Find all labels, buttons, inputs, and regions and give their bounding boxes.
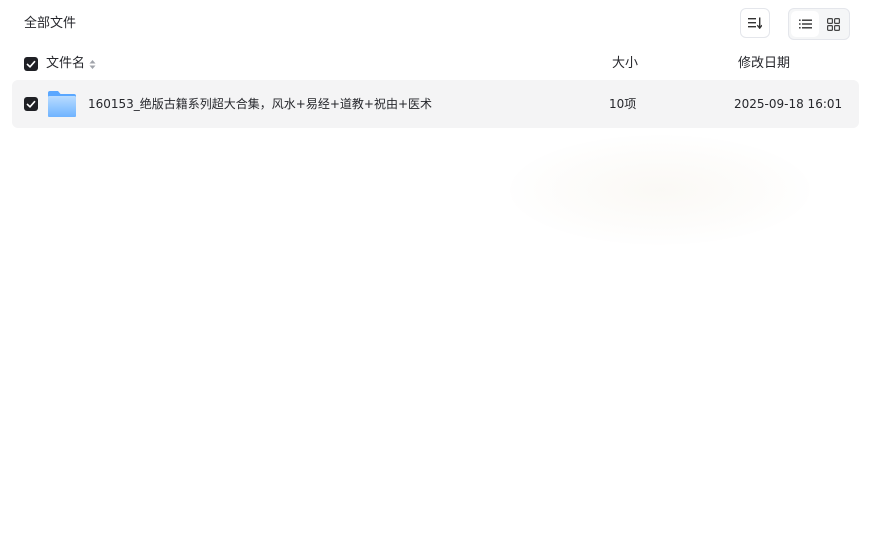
column-header-size[interactable]: 大小 (612, 55, 638, 73)
list-view-button[interactable] (791, 11, 819, 37)
file-manager-page: 全部文件 文件名 大小 修改日期 160153_绝版古籍系列超大合集，风水+易经… (0, 0, 874, 538)
toolbar: 全部文件 (0, 0, 874, 48)
checkmark-icon (26, 100, 36, 108)
row-checkbox[interactable] (24, 97, 38, 111)
sort-button[interactable] (740, 8, 770, 38)
column-header-date[interactable]: 修改日期 (738, 55, 790, 73)
column-header-name[interactable]: 文件名 (46, 55, 96, 73)
column-header-name-label: 文件名 (46, 56, 86, 71)
table-row[interactable]: 160153_绝版古籍系列超大合集，风水+易经+道教+祝由+医术 10项 202… (12, 80, 859, 128)
list-view-icon (798, 19, 812, 29)
row-modified-date: 2025-09-18 16:01 (734, 97, 843, 111)
view-toggle (788, 8, 850, 40)
table-header: 文件名 大小 修改日期 (0, 48, 874, 80)
select-all-checkbox[interactable] (24, 57, 38, 71)
grid-view-icon (826, 17, 840, 31)
background-glow (510, 135, 810, 245)
grid-view-button[interactable] (819, 11, 847, 37)
folder-icon (48, 91, 76, 117)
breadcrumb-all-files[interactable]: 全部文件 (24, 15, 76, 33)
sort-descending-icon (748, 17, 762, 29)
sort-toggle-icon (89, 59, 96, 69)
row-file-name[interactable]: 160153_绝版古籍系列超大合集，风水+易经+道教+祝由+医术 (88, 95, 432, 113)
checkmark-icon (26, 60, 36, 68)
row-file-size: 10项 (609, 97, 637, 111)
